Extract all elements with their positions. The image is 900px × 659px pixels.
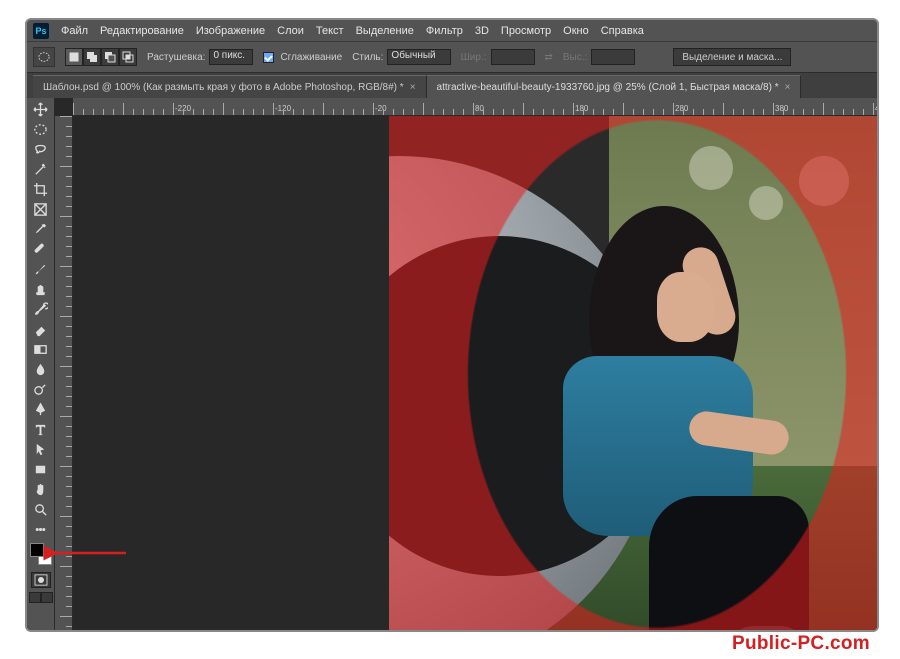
- swap-dims-icon: ⇄: [545, 52, 553, 63]
- style-label: Стиль:: [352, 52, 383, 63]
- toolbox: [27, 98, 55, 630]
- menu-window[interactable]: Окно: [563, 25, 589, 37]
- screen-mode-full-icon[interactable]: [41, 592, 53, 603]
- feather-label: Растушевка:: [147, 52, 205, 63]
- antialias-checkbox[interactable]: [263, 52, 274, 63]
- tab-label: Шаблон.psd @ 100% (Как размыть края у фо…: [43, 82, 404, 93]
- marquee-tool[interactable]: [30, 120, 52, 139]
- lasso-tool[interactable]: [30, 140, 52, 159]
- menu-help[interactable]: Справка: [601, 25, 644, 37]
- gradient-tool[interactable]: [30, 340, 52, 359]
- tab-document-2[interactable]: attractive-beautiful-beauty-1933760.jpg …: [427, 75, 802, 98]
- height-input: [591, 49, 635, 65]
- history-brush-tool[interactable]: [30, 300, 52, 319]
- menu-view[interactable]: Просмотр: [501, 25, 551, 37]
- close-icon[interactable]: ×: [785, 82, 791, 93]
- menu-type[interactable]: Текст: [316, 25, 344, 37]
- ruler-horizontal[interactable]: -220-120-2080180280380480: [73, 98, 877, 116]
- document-tabs: Шаблон.psd @ 100% (Как размыть края у фо…: [27, 73, 877, 98]
- selection-mode-group: [65, 48, 137, 66]
- style-select[interactable]: Обычный: [387, 49, 450, 65]
- quick-mask-toggle[interactable]: [31, 572, 51, 588]
- hand-tool[interactable]: [30, 480, 52, 499]
- tab-label: attractive-beautiful-beauty-1933760.jpg …: [437, 82, 779, 93]
- path-select-tool[interactable]: [30, 440, 52, 459]
- menu-3d[interactable]: 3D: [475, 25, 489, 37]
- height-label: Выс.:: [563, 52, 587, 63]
- crop-tool[interactable]: [30, 180, 52, 199]
- app-logo: Ps: [33, 23, 49, 39]
- canvas-area: -220-120-2080180280380480: [55, 98, 877, 630]
- magic-wand-tool[interactable]: [30, 160, 52, 179]
- blur-tool[interactable]: [30, 360, 52, 379]
- quick-mask-overlay: [389, 116, 877, 630]
- watermark: Public-PC.com: [732, 633, 870, 655]
- tab-document-1[interactable]: Шаблон.psd @ 100% (Как размыть края у фо…: [33, 75, 427, 98]
- antialias-label: Сглаживание: [280, 52, 342, 63]
- foreground-color-swatch[interactable]: [30, 543, 44, 557]
- move-tool[interactable]: [30, 100, 52, 119]
- document-canvas[interactable]: [389, 116, 877, 630]
- eraser-tool[interactable]: [30, 320, 52, 339]
- type-tool[interactable]: [30, 420, 52, 439]
- frame-tool[interactable]: [30, 200, 52, 219]
- options-bar: Растушевка: 0 пикс. Сглаживание Стиль: О…: [27, 42, 877, 73]
- menu-filter[interactable]: Фильтр: [426, 25, 463, 37]
- select-and-mask-button[interactable]: Выделение и маска...: [673, 48, 791, 66]
- current-tool-icon[interactable]: [33, 47, 55, 67]
- menu-file[interactable]: Файл: [61, 25, 88, 37]
- sel-subtract-icon[interactable]: [101, 48, 119, 66]
- spot-heal-tool[interactable]: [30, 240, 52, 259]
- zoom-tool[interactable]: [30, 500, 52, 519]
- rectangle-tool[interactable]: [30, 460, 52, 479]
- width-input: [491, 49, 535, 65]
- clone-stamp-tool[interactable]: [30, 280, 52, 299]
- screen-mode-standard-icon[interactable]: [29, 592, 41, 603]
- brush-tool[interactable]: [30, 260, 52, 279]
- dodge-tool[interactable]: [30, 380, 52, 399]
- color-swatches[interactable]: [30, 543, 52, 565]
- feather-input[interactable]: 0 пикс.: [209, 49, 253, 65]
- feather-group: Растушевка: 0 пикс.: [147, 49, 253, 65]
- width-label: Шир.:: [461, 52, 487, 63]
- photoshop-window: Ps Файл Редактирование Изображение Слои …: [25, 18, 879, 632]
- style-group: Стиль: Обычный: [352, 49, 450, 65]
- menu-layer[interactable]: Слои: [277, 25, 304, 37]
- pen-tool[interactable]: [30, 400, 52, 419]
- menu-bar: Ps Файл Редактирование Изображение Слои …: [27, 20, 877, 42]
- workspace: -220-120-2080180280380480: [27, 98, 877, 630]
- menu-select[interactable]: Выделение: [356, 25, 414, 37]
- viewport[interactable]: [73, 116, 877, 630]
- sel-add-icon[interactable]: [83, 48, 101, 66]
- eyedropper-tool[interactable]: [30, 220, 52, 239]
- width-group: Шир.:: [461, 49, 535, 65]
- edit-toolbar-icon[interactable]: [30, 520, 52, 539]
- height-group: Выс.:: [563, 49, 635, 65]
- ruler-vertical[interactable]: [55, 116, 73, 630]
- antialias-group[interactable]: Сглаживание: [263, 52, 342, 63]
- menu-image[interactable]: Изображение: [196, 25, 265, 37]
- menu-edit[interactable]: Редактирование: [100, 25, 184, 37]
- sel-new-icon[interactable]: [65, 48, 83, 66]
- sel-intersect-icon[interactable]: [119, 48, 137, 66]
- screen-mode-group[interactable]: [29, 592, 53, 603]
- close-icon[interactable]: ×: [410, 82, 416, 93]
